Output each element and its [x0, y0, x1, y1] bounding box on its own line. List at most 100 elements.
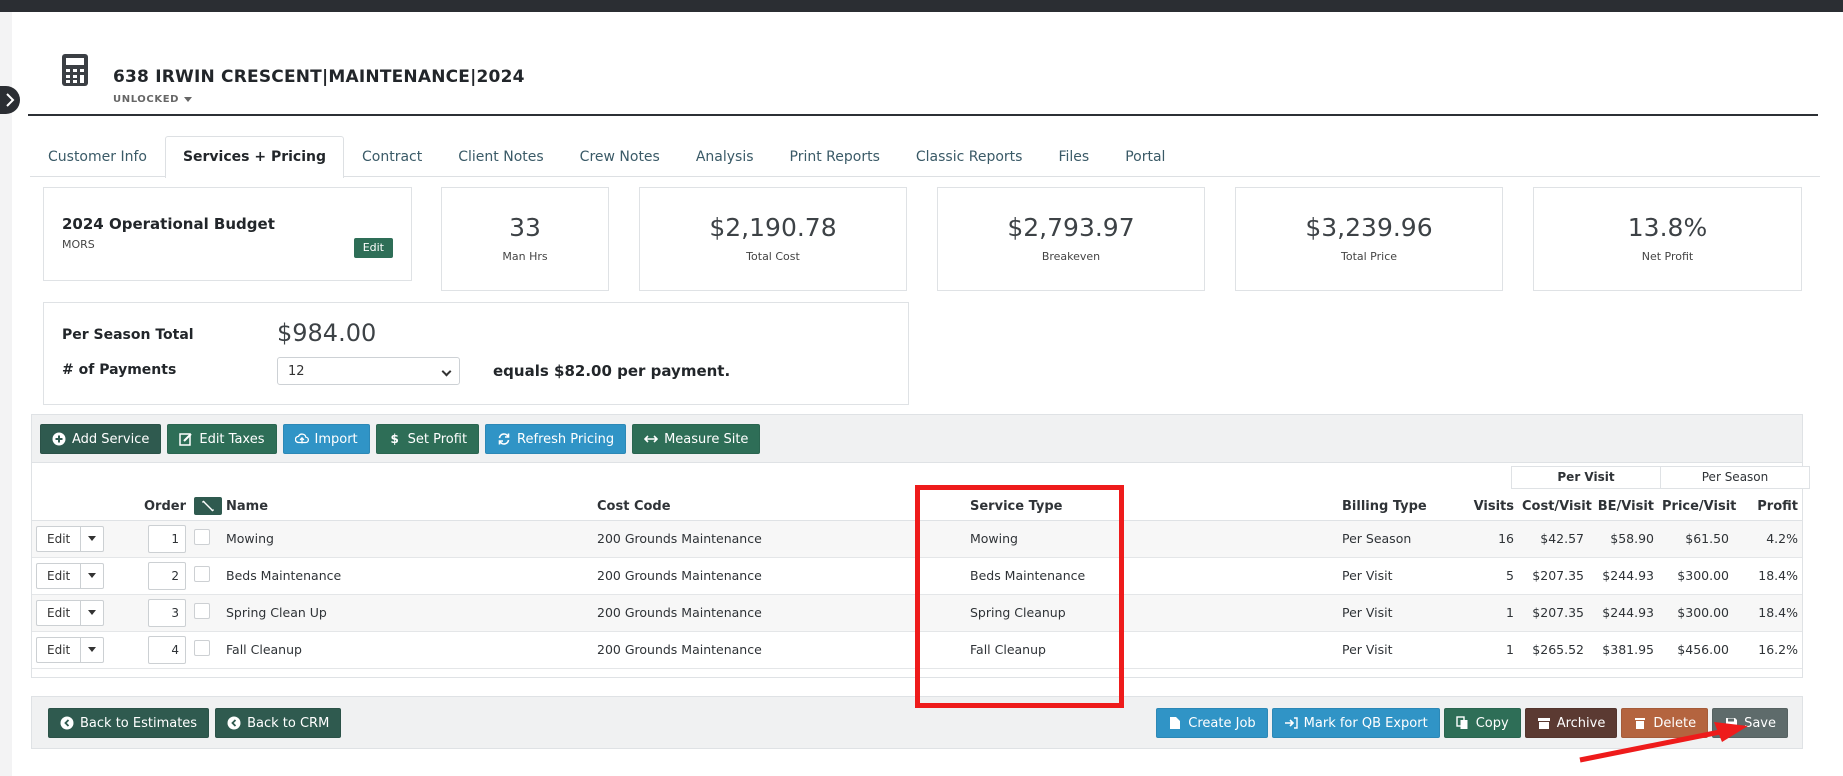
row-edit-split-button[interactable]: Edit — [36, 636, 105, 663]
edit-taxes-label: Edit Taxes — [199, 431, 265, 447]
row-edit-button[interactable]: Edit — [37, 637, 82, 662]
delete-button[interactable]: Delete — [1621, 708, 1709, 738]
caret-down-icon — [88, 573, 97, 578]
table-row[interactable]: Edit 2 Beds Maintenance 200 Grounds Main… — [32, 557, 1802, 595]
edit-icon — [179, 432, 193, 446]
table-row[interactable]: Edit 4 Fall Cleanup 200 Grounds Maintena… — [32, 631, 1802, 669]
be-per-visit: $381.95 — [1588, 631, 1658, 669]
col-billing-type[interactable]: Billing Type — [1338, 493, 1462, 521]
price-per-visit: $61.50 — [1658, 520, 1733, 558]
tab-client-notes[interactable]: Client Notes — [440, 136, 561, 177]
create-job-button[interactable]: Create Job — [1156, 708, 1268, 738]
caret-down-icon — [184, 97, 193, 102]
chevron-down-icon — [441, 366, 452, 377]
tab-classic-reports[interactable]: Classic Reports — [898, 136, 1041, 177]
tab-files[interactable]: Files — [1040, 136, 1107, 177]
col-service-type[interactable]: Service Type — [966, 493, 1338, 521]
order-input[interactable]: 4 — [148, 635, 186, 664]
per-season-card: Per Season Total $984.00 # of Payments 1… — [43, 302, 909, 405]
back-to-crm-button[interactable]: Back to CRM — [215, 708, 342, 738]
tab-customer-info[interactable]: Customer Info — [30, 136, 165, 177]
row-checkbox[interactable] — [194, 640, 210, 656]
payments-selected-value: 12 — [288, 364, 305, 379]
row-edit-split-button[interactable]: Edit — [36, 525, 105, 552]
payments-select[interactable]: 12 — [277, 357, 460, 385]
service-name: Beds Maintenance — [222, 557, 593, 595]
cloud-upload-icon — [294, 432, 309, 446]
col-order[interactable]: Order — [140, 493, 190, 521]
col-visits[interactable]: Visits — [1462, 493, 1518, 521]
row-checkbox[interactable] — [194, 603, 210, 619]
row-dropdown-toggle[interactable] — [81, 564, 103, 588]
cost-code: 200 Grounds Maintenance — [593, 594, 966, 632]
save-button[interactable]: Save — [1712, 708, 1788, 738]
order-input[interactable]: 1 — [148, 524, 186, 553]
tab-contract[interactable]: Contract — [344, 136, 440, 177]
lock-status-label: UNLOCKED — [113, 94, 180, 105]
order-input[interactable]: 3 — [148, 598, 186, 627]
cost-code: 200 Grounds Maintenance — [593, 520, 966, 558]
save-icon — [1724, 716, 1738, 730]
row-checkbox[interactable] — [194, 566, 210, 582]
row-dropdown-toggle[interactable] — [81, 527, 103, 551]
trash-icon — [1633, 716, 1647, 730]
col-profit[interactable]: Profit — [1733, 493, 1802, 521]
tab-print-reports[interactable]: Print Reports — [772, 136, 898, 177]
copy-button[interactable]: Copy — [1443, 708, 1521, 738]
row-dropdown-toggle[interactable] — [81, 601, 103, 625]
stat-value: $3,239.96 — [1305, 213, 1433, 242]
mark-qb-export-button[interactable]: Mark for QB Export — [1271, 708, 1440, 738]
toggle-select-icon[interactable] — [194, 497, 222, 516]
col-price-visit[interactable]: Price/Visit — [1658, 493, 1736, 521]
tab-services-pricing[interactable]: Services + Pricing — [164, 136, 345, 178]
row-edit-button[interactable]: Edit — [37, 526, 82, 551]
tab-portal[interactable]: Portal — [1107, 136, 1183, 177]
row-edit-split-button[interactable]: Edit — [36, 562, 105, 589]
import-label: Import — [314, 431, 358, 447]
col-be-visit[interactable]: BE/Visit — [1588, 493, 1658, 521]
dollar-icon: $ — [390, 432, 399, 446]
stat-card-net-profit: 13.8% Net Profit — [1533, 187, 1802, 291]
import-button[interactable]: Import — [282, 424, 370, 454]
be-per-visit: $244.93 — [1588, 557, 1658, 595]
sign-in-icon — [1284, 716, 1298, 730]
row-edit-button[interactable]: Edit — [37, 600, 82, 625]
archive-label: Archive — [1556, 715, 1606, 731]
stat-card-breakeven: $2,793.97 Breakeven — [937, 187, 1205, 291]
edit-taxes-button[interactable]: Edit Taxes — [167, 424, 277, 454]
tab-crew-notes[interactable]: Crew Notes — [562, 136, 678, 177]
per-visit-header[interactable]: Per Visit — [1512, 467, 1661, 488]
lock-status-dropdown[interactable]: UNLOCKED — [113, 94, 193, 105]
row-edit-split-button[interactable]: Edit — [36, 599, 105, 626]
refresh-pricing-button[interactable]: Refresh Pricing — [485, 424, 627, 454]
arrows-horizontal-icon — [644, 432, 659, 446]
row-edit-button[interactable]: Edit — [37, 563, 82, 588]
col-select-toggle[interactable] — [190, 493, 222, 521]
chevron-left-circle-icon — [60, 716, 74, 730]
add-service-button[interactable]: Add Service — [40, 424, 162, 454]
stat-value: $2,793.97 — [1007, 213, 1135, 242]
col-cost-visit[interactable]: Cost/Visit — [1518, 493, 1592, 521]
set-profit-button[interactable]: $ Set Profit — [375, 424, 480, 454]
row-checkbox[interactable] — [194, 529, 210, 545]
budget-edit-button[interactable]: Edit — [353, 238, 393, 258]
per-season-header[interactable]: Per Season — [1661, 467, 1809, 488]
table-row[interactable]: Edit 3 Spring Clean Up 200 Grounds Maint… — [32, 594, 1802, 632]
col-name[interactable]: Name — [222, 493, 593, 521]
service-name: Spring Clean Up — [222, 594, 593, 632]
visits: 1 — [1462, 631, 1518, 669]
profit: 16.2% — [1733, 631, 1802, 669]
stat-card-total-cost: $2,190.78 Total Cost — [639, 187, 907, 291]
measure-site-button[interactable]: Measure Site — [632, 424, 761, 454]
order-input[interactable]: 2 — [148, 561, 186, 590]
row-dropdown-toggle[interactable] — [81, 638, 103, 662]
archive-button[interactable]: Archive — [1524, 708, 1618, 738]
per-season-total-value: $984.00 — [277, 319, 377, 347]
table-row[interactable]: Edit 1 Mowing 200 Grounds Maintenance Mo… — [32, 520, 1802, 558]
back-to-estimates-button[interactable]: Back to Estimates — [48, 708, 210, 738]
tab-analysis[interactable]: Analysis — [678, 136, 772, 177]
page-title: 638 IRWIN CRESCENT|MAINTENANCE|2024 — [113, 67, 525, 87]
back-to-crm-label: Back to CRM — [247, 715, 330, 731]
service-type: Beds Maintenance — [966, 557, 1338, 595]
col-cost-code[interactable]: Cost Code — [593, 493, 966, 521]
